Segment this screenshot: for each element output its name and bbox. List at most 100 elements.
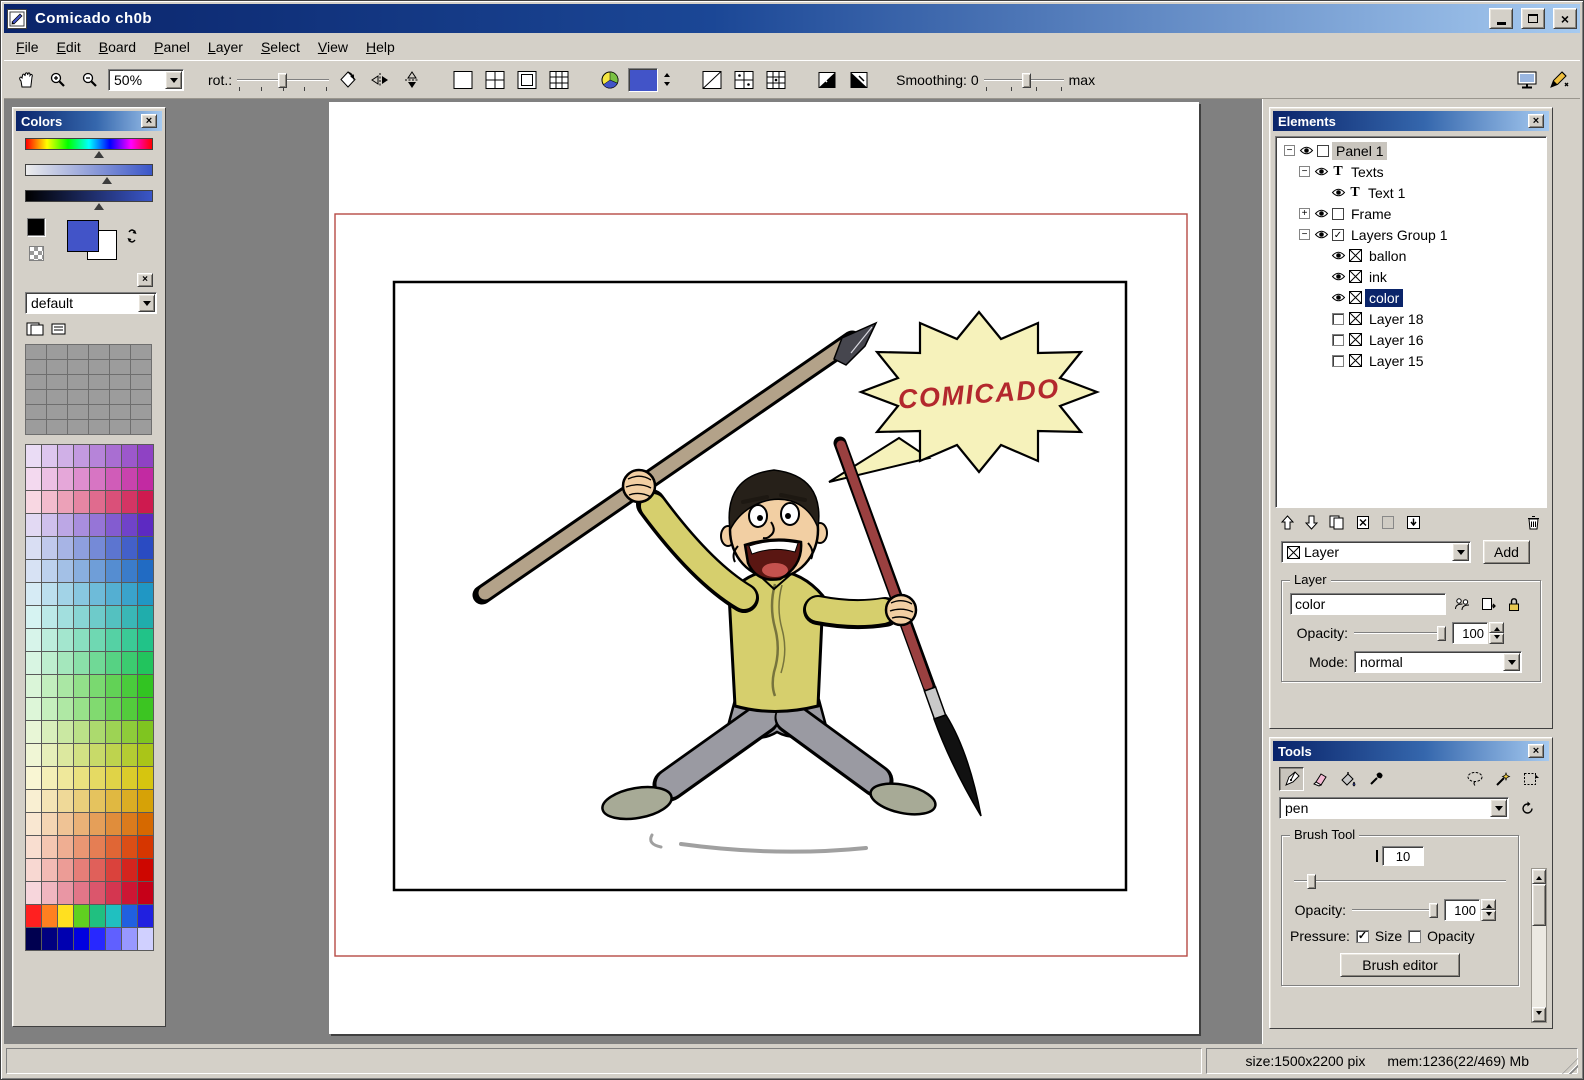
palette-swatch[interactable] <box>26 721 41 743</box>
tree-item-label[interactable]: Frame <box>1347 205 1395 223</box>
chevron-down-icon[interactable] <box>1503 653 1520 671</box>
palette-swatch[interactable] <box>106 790 121 812</box>
eraser-tool-icon[interactable] <box>1307 767 1332 791</box>
palette-swatch[interactable] <box>106 606 121 628</box>
palette-swatch[interactable] <box>74 813 89 835</box>
palette-swatch[interactable] <box>42 652 57 674</box>
palette-swatch[interactable] <box>90 468 105 490</box>
chevron-down-icon[interactable] <box>1452 543 1469 561</box>
palette-swatch[interactable] <box>138 606 153 628</box>
visibility-eye-icon[interactable] <box>1313 208 1329 219</box>
layer-opacity-value[interactable] <box>1452 622 1488 644</box>
tree-item-layer-18[interactable]: Layer 18 <box>1276 308 1546 329</box>
palette-swatch[interactable] <box>90 629 105 651</box>
palette-swatch[interactable] <box>90 859 105 881</box>
palette-swatch[interactable] <box>106 836 121 858</box>
palette-swatch[interactable] <box>90 445 105 467</box>
delete-element-icon[interactable] <box>1356 515 1370 533</box>
palette-swatch[interactable] <box>58 560 73 582</box>
canvas-page[interactable]: COMICADO <box>329 102 1199 1034</box>
palette-swatch[interactable] <box>42 606 57 628</box>
palette-swatch[interactable] <box>58 468 73 490</box>
tree-item-label[interactable]: color <box>1365 289 1403 307</box>
palette-swatch[interactable] <box>90 606 105 628</box>
lasso-tool-icon[interactable] <box>1462 767 1487 791</box>
tree-item-text-1[interactable]: TText 1 <box>1276 182 1546 203</box>
palette-swatch[interactable] <box>42 813 57 835</box>
palette-swatch[interactable] <box>106 813 121 835</box>
tree-item-label[interactable]: Layer 16 <box>1365 331 1427 349</box>
visibility-eye-icon[interactable] <box>1298 145 1314 156</box>
palette-swatch[interactable] <box>74 859 89 881</box>
collapse-section-icon[interactable]: × <box>137 273 153 287</box>
palette-swatch[interactable] <box>106 583 121 605</box>
gray-swatch[interactable] <box>131 345 151 359</box>
visibility-eye-icon[interactable] <box>1330 292 1346 303</box>
palette-swatch[interactable] <box>90 491 105 513</box>
menu-item-help[interactable]: Help <box>357 35 404 59</box>
visibility-checkbox[interactable] <box>1332 334 1344 346</box>
visibility-eye-icon[interactable] <box>1330 187 1346 198</box>
palette-swatch[interactable] <box>42 790 57 812</box>
palette-preset-select[interactable]: default <box>25 292 157 314</box>
palette-swatch[interactable] <box>74 560 89 582</box>
palette-swatch[interactable] <box>42 675 57 697</box>
visibility-checkbox[interactable] <box>1332 313 1344 325</box>
palette-swatch[interactable] <box>42 905 57 927</box>
palette-swatch[interactable] <box>74 744 89 766</box>
palette-swatch[interactable] <box>74 905 89 927</box>
elements-panel-titlebar[interactable]: Elements × <box>1273 111 1549 131</box>
tree-item-label[interactable]: ballon <box>1365 247 1410 265</box>
move-down-icon[interactable] <box>1305 515 1318 533</box>
title-bar[interactable]: Comicado ch0b × <box>4 4 1580 33</box>
hand-tool-icon[interactable] <box>12 67 39 92</box>
palette-swatch[interactable] <box>42 859 57 881</box>
visibility-eye-icon[interactable] <box>1313 229 1329 240</box>
tools-close-icon[interactable]: × <box>1528 744 1544 758</box>
layer-opacity-slider[interactable] <box>1354 623 1446 643</box>
palette-swatch[interactable] <box>106 767 121 789</box>
spin-up-icon[interactable] <box>1481 899 1496 910</box>
palette-swatch[interactable] <box>58 928 73 950</box>
palette-swatch[interactable] <box>90 928 105 950</box>
palette-swatch[interactable] <box>58 813 73 835</box>
palette-swatch[interactable] <box>122 859 137 881</box>
gray-swatch[interactable] <box>47 375 67 389</box>
page-grid-icon[interactable] <box>481 67 508 92</box>
visibility-eye-icon[interactable] <box>1330 250 1346 261</box>
palette-swatch[interactable] <box>26 813 41 835</box>
gray-swatch[interactable] <box>131 360 151 374</box>
palette-swatch[interactable] <box>138 537 153 559</box>
grid-2x2-icon[interactable] <box>730 67 757 92</box>
gray-swatch[interactable] <box>26 420 46 434</box>
palette-swatch[interactable] <box>106 445 121 467</box>
flip-horizontal-icon[interactable] <box>366 67 393 92</box>
palette-swatch[interactable] <box>58 790 73 812</box>
gray-swatch[interactable] <box>47 405 67 419</box>
palette-swatch[interactable] <box>26 859 41 881</box>
gray-swatch[interactable] <box>26 390 46 404</box>
gray-swatch[interactable] <box>26 405 46 419</box>
lock-icon[interactable] <box>1504 595 1524 613</box>
menu-item-panel[interactable]: Panel <box>145 35 199 59</box>
palette-swatch[interactable] <box>58 882 73 904</box>
tree-item-layer-15[interactable]: Layer 15 <box>1276 350 1546 371</box>
pen-tool-icon[interactable] <box>1279 767 1304 791</box>
scrollbar-thumb[interactable] <box>1532 884 1546 926</box>
spin-down-icon[interactable] <box>1481 910 1496 921</box>
tree-item-label[interactable]: Text 1 <box>1364 184 1409 202</box>
palette-swatch[interactable] <box>122 560 137 582</box>
current-color-control[interactable] <box>628 68 674 92</box>
page-dense-grid-icon[interactable] <box>545 67 572 92</box>
palette-swatch[interactable] <box>138 836 153 858</box>
palette-swatch[interactable] <box>58 836 73 858</box>
gray-swatch[interactable] <box>110 420 130 434</box>
colors-panel-titlebar[interactable]: Colors × <box>16 111 162 131</box>
palette-swatch[interactable] <box>90 721 105 743</box>
gray-swatch[interactable] <box>131 405 151 419</box>
color-down-icon[interactable] <box>660 80 674 92</box>
tools-panel-titlebar[interactable]: Tools × <box>1273 741 1549 761</box>
palette-swatch[interactable] <box>74 652 89 674</box>
palette-swatch[interactable] <box>90 537 105 559</box>
palette-swatch[interactable] <box>122 468 137 490</box>
